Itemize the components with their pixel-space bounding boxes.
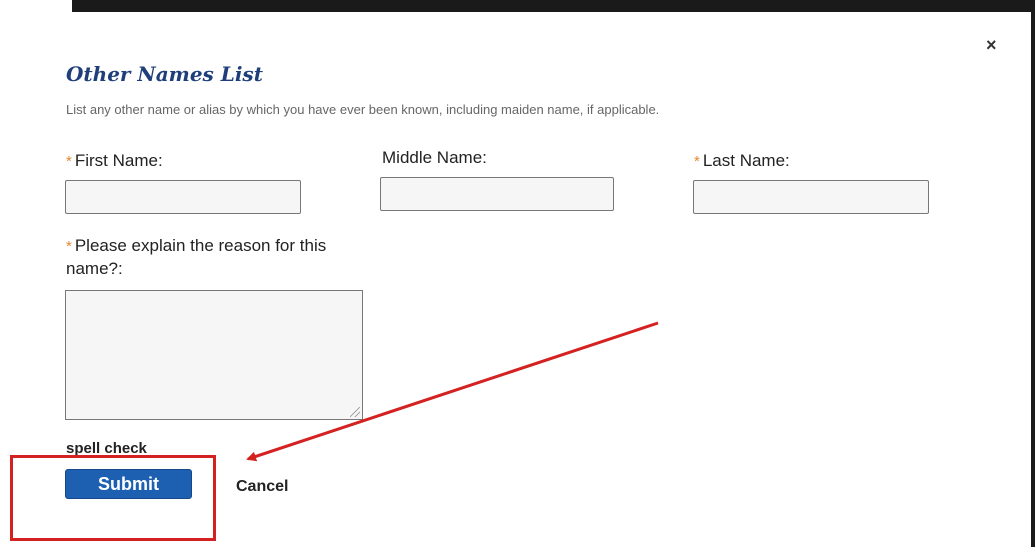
window-top-border xyxy=(72,0,1035,12)
resize-grip-icon[interactable] xyxy=(350,407,360,417)
annotation-highlight-box xyxy=(10,455,216,541)
required-marker: * xyxy=(66,238,72,255)
last-name-input[interactable] xyxy=(693,180,929,214)
first-name-label: * First Name: xyxy=(66,151,163,171)
middle-name-input[interactable] xyxy=(380,177,614,211)
dialog-title: Other Names List xyxy=(66,62,263,86)
middle-name-label: Middle Name: xyxy=(382,148,487,167)
last-name-label-text: Last Name: xyxy=(702,151,790,170)
window-right-border xyxy=(1031,0,1035,547)
first-name-label-text: First Name: xyxy=(74,151,163,170)
dialog-instruction: List any other name or alias by which yo… xyxy=(66,102,660,117)
required-marker: * xyxy=(694,153,700,170)
reason-textarea[interactable] xyxy=(65,290,363,420)
cancel-button[interactable]: Cancel xyxy=(236,478,288,496)
reason-label: * Please explain the reason for this name… xyxy=(66,235,366,280)
last-name-label: * Last Name: xyxy=(694,151,790,171)
first-name-input[interactable] xyxy=(65,180,301,214)
close-icon[interactable]: × xyxy=(986,36,997,54)
required-marker: * xyxy=(66,153,72,170)
reason-label-text: Please explain the reason for this name?… xyxy=(66,236,327,278)
